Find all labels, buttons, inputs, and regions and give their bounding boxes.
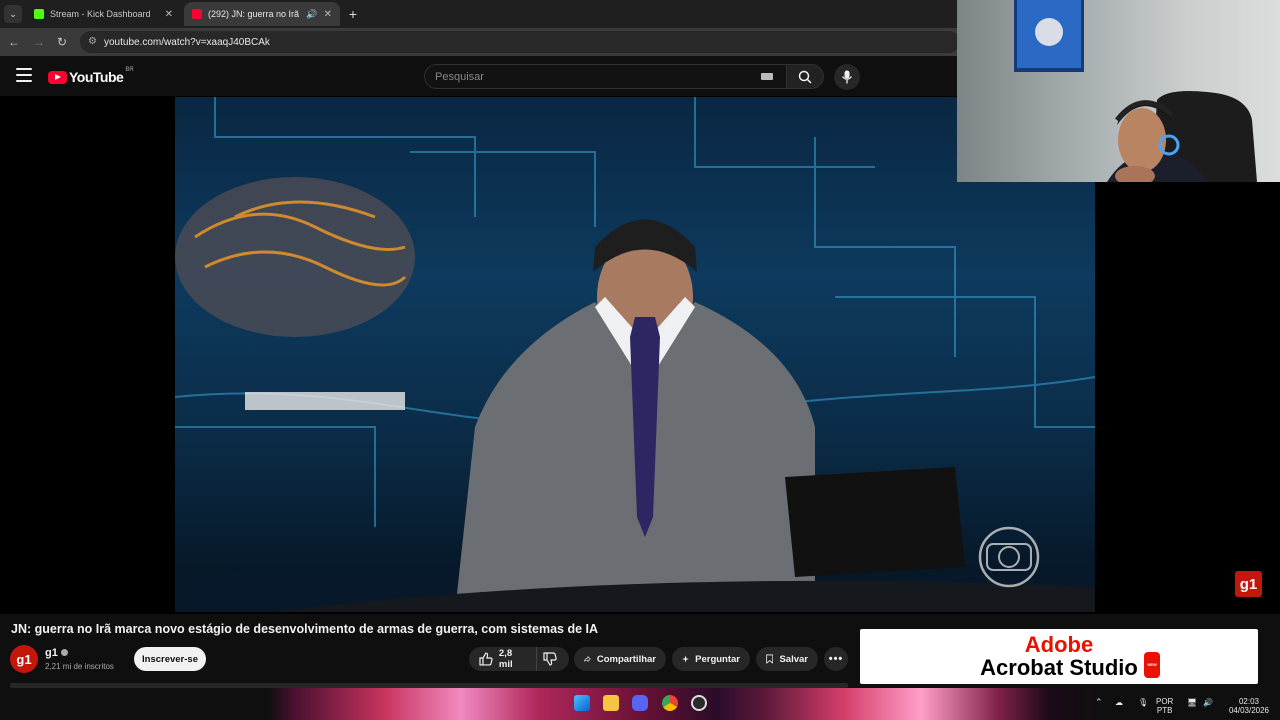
onedrive-icon[interactable]: ☁ [1115, 698, 1123, 707]
country-code: BR [125, 67, 134, 73]
new-tab-button[interactable]: + [345, 6, 361, 22]
youtube-logo[interactable]: YouTube BR [48, 67, 134, 85]
thumbs-up-icon [479, 652, 493, 666]
like-dislike-group: 2,8 mil [469, 647, 569, 671]
keyboard-icon[interactable] [761, 73, 773, 80]
obs-icon[interactable] [691, 695, 707, 711]
tab-title: (292) JN: guerra no Irã marc [208, 9, 302, 19]
ad-product-text: Acrobat Studio [980, 654, 1138, 680]
webcam-scene [1014, 0, 1257, 182]
like-button[interactable]: 2,8 mil [469, 647, 538, 671]
sparkle-icon [682, 655, 690, 663]
subscriber-count: 2,21 mi de inscritos [45, 662, 114, 671]
channel-name[interactable]: g1 [45, 647, 58, 659]
subscribe-button[interactable]: Inscrever-se [134, 647, 206, 671]
tray-overflow-chevron-icon[interactable]: ⌃ [1095, 698, 1103, 707]
share-icon [584, 655, 591, 663]
voice-search-button[interactable] [834, 64, 860, 90]
search-input[interactable]: Pesquisar [424, 64, 786, 89]
kick-favicon-icon [34, 9, 44, 19]
search-placeholder: Pesquisar [435, 70, 484, 83]
ad-product: Acrobat Studio NEW [980, 651, 1160, 680]
keyboard-layout: PTB [1156, 706, 1173, 715]
ad-brand: Adobe [1024, 631, 1094, 657]
language-code: POR [1156, 697, 1174, 706]
youtube-play-icon [48, 70, 67, 84]
tab-title: Stream - Kick Dashboard [50, 9, 151, 19]
windows-start-icon[interactable] [574, 695, 590, 711]
save-label: Salvar [779, 653, 808, 665]
chrome-icon[interactable] [662, 695, 678, 711]
webcam-overlay [957, 0, 1280, 182]
search-icon [798, 70, 812, 84]
tab-search-dropdown-button[interactable]: ⌄ [4, 5, 22, 23]
language-indicator[interactable]: POR PTB [1156, 697, 1173, 715]
site-info-icon[interactable]: ⚙ [88, 36, 97, 47]
ask-button[interactable]: Perguntar [672, 647, 750, 671]
dislike-button[interactable] [537, 647, 569, 671]
clock-date: 04/03/2026 [1228, 706, 1270, 715]
tab-kick-dashboard[interactable]: Stream - Kick Dashboard ✕ [26, 2, 181, 26]
share-button[interactable]: Compartilhar [574, 647, 666, 671]
clock[interactable]: 02:03 04/03/2026 [1224, 697, 1274, 715]
discord-icon[interactable] [632, 695, 648, 711]
verified-check-icon [61, 649, 68, 656]
microphone-icon [841, 70, 853, 84]
tab-youtube-video[interactable]: (292) JN: guerra no Irã marc 🔊 ✕ [184, 2, 340, 26]
url-text: youtube.com/watch?v=xaaqJ40BCAk [104, 36, 270, 48]
share-label: Compartilhar [596, 653, 656, 665]
like-count: 2,8 mil [498, 648, 513, 670]
channel-watermark: g1 [1235, 571, 1262, 597]
microphone-tray-icon[interactable]: 🎙 [1138, 698, 1148, 707]
forward-arrow-icon[interactable]: → [31, 34, 47, 50]
clock-time: 02:03 [1238, 697, 1260, 706]
ad-new-badge: NEW [1144, 651, 1160, 678]
youtube-favicon-icon [192, 9, 202, 19]
reload-icon[interactable]: ↻ [54, 34, 70, 50]
close-tab-icon[interactable]: ✕ [159, 9, 173, 20]
ask-label: Perguntar [695, 653, 740, 665]
speaker-icon[interactable]: 🔊 [306, 9, 317, 20]
menu-icon[interactable] [16, 68, 32, 82]
url-field[interactable]: ⚙ youtube.com/watch?v=xaaqJ40BCAk [80, 31, 960, 53]
search-button[interactable] [786, 64, 824, 89]
volume-icon[interactable]: 🔊 [1203, 698, 1213, 707]
close-tab-icon[interactable]: ✕ [318, 9, 332, 20]
network-icon[interactable]: 🖥 [1187, 698, 1197, 707]
video-title: JN: guerra no Irã marca novo estágio de … [11, 622, 599, 636]
channel-avatar[interactable]: g1 [10, 645, 38, 673]
thumbs-down-icon [543, 652, 557, 666]
more-actions-button[interactable]: ••• [824, 647, 848, 671]
bookmark-icon [766, 654, 774, 664]
file-explorer-icon[interactable] [603, 695, 619, 711]
youtube-logo-text: YouTube [69, 69, 124, 85]
back-arrow-icon[interactable]: ← [6, 34, 22, 50]
save-button[interactable]: Salvar [756, 647, 818, 671]
adobe-ad-banner[interactable]: Adobe Acrobat Studio NEW [860, 629, 1258, 684]
